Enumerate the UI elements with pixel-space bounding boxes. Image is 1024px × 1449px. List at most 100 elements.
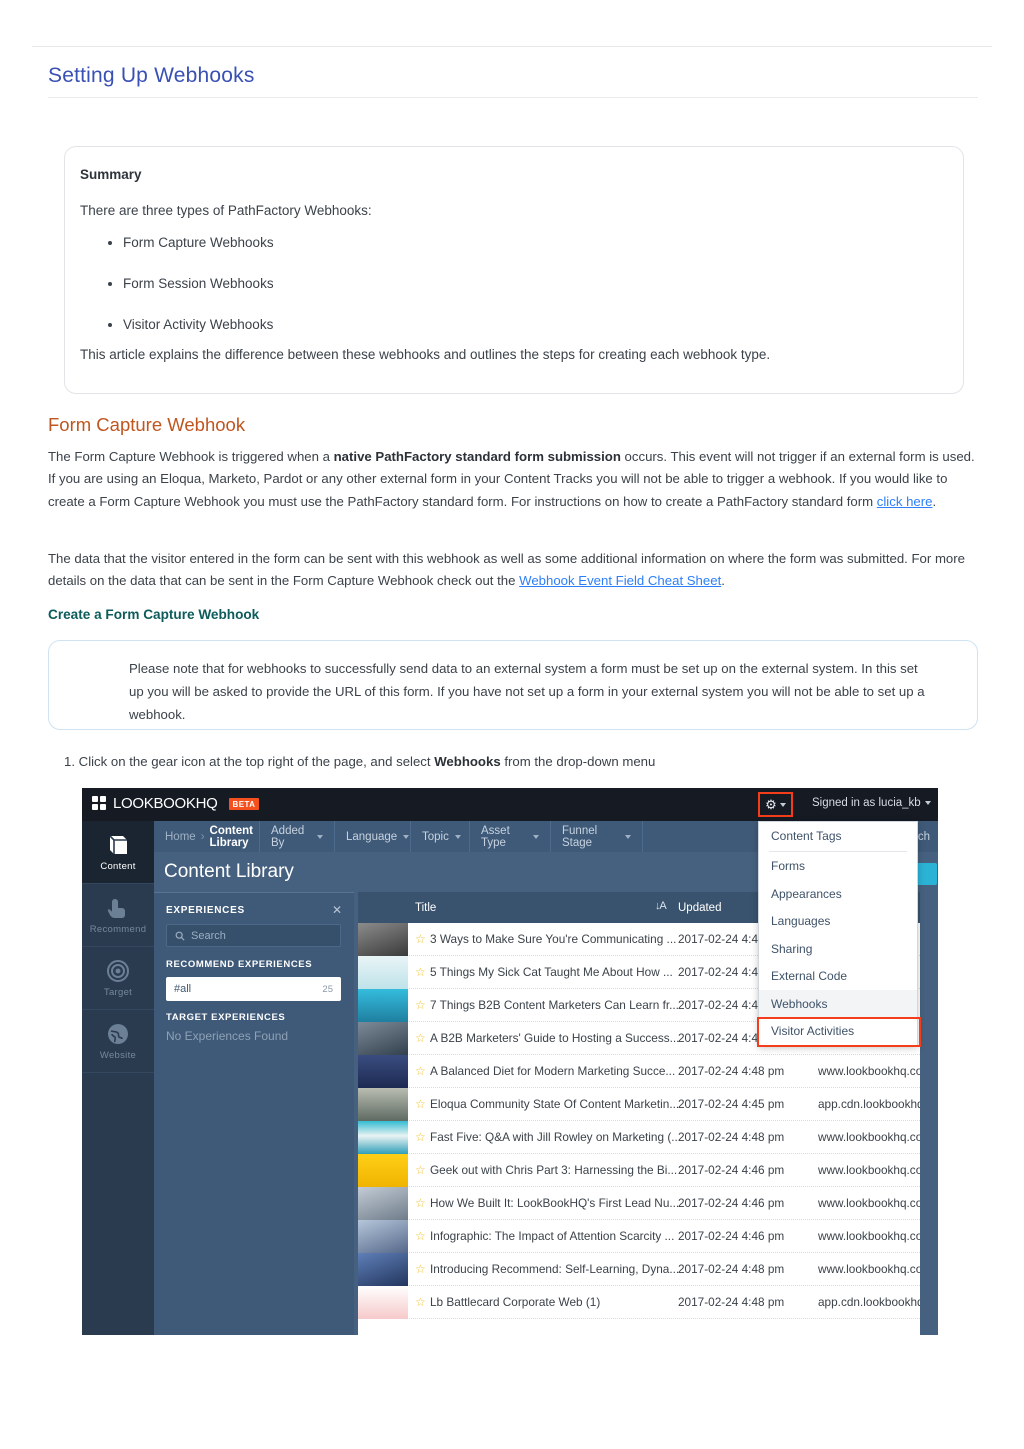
target-experiences-header: TARGET EXPERIENCES [166,1012,286,1023]
row-source: www.lookbookhq.com [818,1163,933,1177]
experience-name: #all [174,983,192,995]
column-header-updated[interactable]: Updated [678,892,721,923]
summary-list: Form Capture Webhooks Form Session Webho… [96,235,274,359]
favorite-star-icon[interactable]: ☆ [415,1163,426,1177]
menu-item-appearances[interactable]: Appearances [759,880,917,908]
thumbnail [358,1055,408,1088]
table-row[interactable]: ☆ Geek out with Chris Part 3: Harnessing … [358,1154,938,1187]
table-row[interactable]: ☆ How We Built It: LookBookHQ's First Lea… [358,1187,938,1220]
row-updated: 2017-02-24 4:48 pm [678,1262,785,1276]
sidebar-item-recommend[interactable]: Recommend [82,884,154,947]
gear-menu-button[interactable]: ⚙ [758,792,793,817]
paragraph-1: The Form Capture Webhook is triggered wh… [48,446,978,513]
row-updated: 2017-02-24 4:46 pm [678,1229,785,1243]
filter-asset-type[interactable]: Asset Type [470,821,551,852]
row-title: Infographic: The Impact of Attention Sca… [430,1229,675,1243]
chevron-down-icon [533,834,539,839]
chevron-down-icon [403,834,410,839]
click-here-link[interactable]: click here [877,494,933,509]
thumbnail [358,989,408,1022]
table-row[interactable]: ☆ A Balanced Diet for Modern Marketing Su… [358,1055,938,1088]
globe-icon [105,1021,131,1047]
sidebar-item-target[interactable]: Target [82,947,154,1010]
table-row[interactable]: ☆ Introducing Recommend: Self-Learning, D… [358,1253,938,1286]
logo-text: LOOKBOOKHQ [113,795,218,812]
favorite-star-icon[interactable]: ☆ [415,1295,426,1309]
filter-added-by[interactable]: Added By [260,821,335,852]
row-updated: 2017-02-24 4:46 pm [678,1163,785,1177]
step-text-b: from the drop-down menu [500,754,656,769]
row-title: 7 Things B2B Content Marketers Can Learn… [430,998,679,1012]
cheat-sheet-link[interactable]: Webhook Event Field Cheat Sheet [519,573,721,588]
row-title: Geek out with Chris Part 3: Harnessing t… [430,1163,678,1177]
search-icon [175,931,185,941]
favorite-star-icon[interactable]: ☆ [415,965,426,979]
filter-label: Added By [271,824,305,849]
target-icon [105,958,131,984]
recommend-experience-item[interactable]: #all 25 [166,977,341,1001]
row-updated: 2017-02-24 4:4 [678,932,759,946]
row-title: How We Built It: LookBookHQ's First Lead… [430,1196,680,1210]
row-updated: 2017-02-24 4:4 [678,965,759,979]
row-updated: 2017-02-24 4:45 pm [678,1097,785,1111]
favorite-star-icon[interactable]: ☆ [415,1229,426,1243]
favorite-star-icon[interactable]: ☆ [415,1097,426,1111]
favorite-star-icon[interactable]: ☆ [415,1262,426,1276]
row-source: www.lookbookhq.com [818,1262,933,1276]
favorite-star-icon[interactable]: ☆ [415,1196,426,1210]
breadcrumb[interactable]: Home › Content Library [154,821,260,852]
primary-action-button[interactable] [915,863,937,885]
list-item: Form Capture Webhooks [123,235,274,251]
row-source: app.cdn.lookbookhq.c [818,1097,933,1111]
close-icon[interactable]: ✕ [332,903,342,917]
table-row[interactable]: ☆ Fast Five: Q&A with Jill Rowley on Mark… [358,1121,938,1154]
table-row[interactable]: ☆ Eloqua Community State Of Content Marke… [358,1088,938,1121]
column-header-title[interactable]: Title [415,892,436,923]
filter-language[interactable]: Language [335,821,411,852]
sort-asc-icon[interactable]: ↓ ​A [655,900,667,912]
menu-item-webhooks[interactable]: Webhooks [759,990,917,1018]
sidebar-item-content[interactable]: Content [82,821,154,884]
signed-in-menu[interactable]: Signed in as lucia_kb [812,797,931,809]
favorite-star-icon[interactable]: ☆ [415,932,426,946]
favorite-star-icon[interactable]: ☆ [415,1130,426,1144]
embedded-app-screenshot: LOOKBOOKHQ BETA ⚙ Signed in as lucia_kb … [82,788,938,1335]
sidebar-item-label: Recommend [89,924,147,935]
menu-item-languages[interactable]: Languages [759,908,917,936]
signed-in-label: Signed in as lucia_kb [812,797,921,809]
table-row[interactable]: ☆ Lb Battlecard Corporate Web (1) 2017-02-… [358,1286,938,1319]
filter-funnel-stage[interactable]: Funnel Stage [551,821,643,852]
menu-item-content-tags[interactable]: Content Tags [759,822,917,850]
row-updated: 2017-02-24 4:48 pm [678,1130,785,1144]
favorite-star-icon[interactable]: ☆ [415,998,426,1012]
thumbnail [358,1121,408,1154]
menu-item-visitor-activities[interactable]: Visitor Activities [759,1018,917,1046]
para1-part-a: The Form Capture Webhook is triggered wh… [48,449,334,464]
menu-item-forms[interactable]: Forms [759,853,917,881]
section-heading: Form Capture Webhook [48,414,246,435]
row-title: Fast Five: Q&A with Jill Rowley on Marke… [430,1130,682,1144]
experiences-search-input[interactable]: Search [166,924,341,947]
step-text-a: Click on the gear icon at the top right … [75,754,435,769]
menu-item-sharing[interactable]: Sharing [759,935,917,963]
sidebar-item-website[interactable]: Website [82,1010,154,1073]
step-number: 1. [64,754,75,769]
search-placeholder: Search [191,929,226,942]
grid-logo-icon [92,796,107,811]
target-experiences-empty: No Experiences Found [166,1029,289,1043]
table-row[interactable]: ☆ Infographic: The Impact of Attention Sc… [358,1220,938,1253]
favorite-star-icon[interactable]: ☆ [415,1064,426,1078]
row-updated: 2017-02-24 4:48 pm [678,1064,785,1078]
filter-label: Topic [422,830,449,843]
note-text: Please note that for webhooks to success… [129,661,925,722]
filter-label: Funnel Stage [562,824,598,849]
filter-topic[interactable]: Topic [411,821,470,852]
chevron-down-icon [454,834,461,839]
app-right-edge [920,892,938,1335]
experiences-panel: EXPERIENCES ✕ Search RECOMMEND EXPERIENC… [154,892,354,1335]
favorite-star-icon[interactable]: ☆ [415,1031,426,1045]
menu-item-external-code[interactable]: External Code [759,963,917,991]
row-source: app.cdn.lookbookhq.c [818,1295,933,1309]
breadcrumb-home[interactable]: Home [165,831,196,843]
row-updated: 2017-02-24 4:4 [678,998,759,1012]
